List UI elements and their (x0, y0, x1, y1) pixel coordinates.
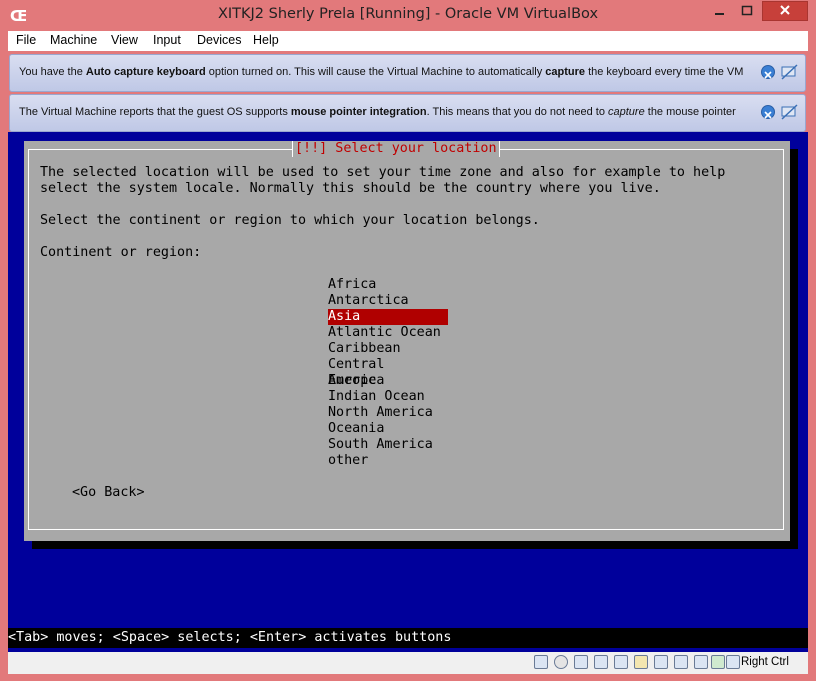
virtualization-icon[interactable] (694, 655, 708, 669)
menu-help[interactable]: Help (253, 33, 279, 47)
audio-icon[interactable] (574, 655, 588, 669)
minimize-icon (715, 13, 724, 15)
installer-dialog: [!!] Select your location The selected l… (24, 141, 790, 541)
notice-text-segment: The Virtual Machine reports that the gue… (19, 106, 291, 118)
vm-display[interactable]: [!!] Select your location The selected l… (8, 132, 808, 652)
host-key-label: Right Ctrl (741, 656, 789, 668)
close-button[interactable] (762, 1, 808, 21)
description-line-1: The selected location will be used to se… (40, 165, 726, 180)
option-indian-ocean[interactable]: Indian Ocean (328, 389, 448, 405)
notice-message: You have the Auto capture keyboard optio… (19, 66, 743, 78)
minimize-button[interactable] (706, 1, 732, 21)
menu-machine[interactable]: Machine (50, 33, 97, 47)
status-bar: Right Ctrl (8, 652, 808, 674)
notice-text-segment: capture (545, 66, 586, 78)
option-central-america[interactable]: Central America (328, 357, 448, 388)
menu-input[interactable]: Input (153, 33, 181, 47)
maximize-icon (741, 5, 753, 16)
description-line-2: select the system locale. Normally this … (40, 181, 661, 196)
optical-disk-icon[interactable] (554, 655, 568, 669)
instruction-text: Select the continent or region to which … (40, 213, 540, 228)
option-africa[interactable]: Africa (328, 277, 448, 293)
keyboard-capture-icon[interactable] (726, 655, 740, 669)
option-antarctica[interactable]: Antarctica (328, 293, 448, 309)
go-back-button[interactable]: <Go Back> (72, 485, 145, 500)
notice-text-segment: the mouse pointer (644, 106, 736, 118)
prompt-label: Continent or region: (40, 245, 202, 260)
mouse-integration-icon[interactable] (711, 655, 725, 669)
hard-disk-icon[interactable] (534, 655, 548, 669)
option-atlantic-ocean[interactable]: Atlantic Ocean (328, 325, 448, 341)
notice-text-segment: . This means that you do not need to (426, 106, 608, 118)
close-icon (764, 111, 772, 119)
option-caribbean[interactable]: Caribbean (328, 341, 448, 357)
maximize-button[interactable] (734, 1, 760, 21)
notice-text-segment: You have the (19, 66, 86, 78)
close-icon (764, 71, 772, 79)
do-not-show-again-icon[interactable] (781, 104, 798, 120)
shared-folder-icon[interactable] (634, 655, 648, 669)
window-title: XITKJ2 Sherly Prela [Running] - Oracle V… (217, 6, 599, 22)
menu-bar: File Machine View Input Devices Help (8, 31, 808, 51)
option-europe[interactable]: Europe (328, 373, 448, 389)
notice-message: The Virtual Machine reports that the gue… (19, 106, 736, 118)
usb-icon[interactable] (614, 655, 628, 669)
key-help-bar: <Tab> moves; <Space> selects; <Enter> ac… (8, 628, 808, 648)
notice-close-button[interactable] (761, 65, 775, 79)
notice-text-segment: mouse pointer integration (290, 106, 427, 118)
notice-text-segment: the keyboard every time the VM (585, 66, 744, 78)
option-south-america[interactable]: South America (328, 437, 448, 453)
option-other[interactable]: other (328, 453, 448, 469)
notice-text-segment: Auto capture keyboard (85, 66, 206, 78)
option-asia[interactable]: Asia (328, 309, 448, 325)
mouse-integration-notice: The Virtual Machine reports that the gue… (9, 94, 806, 132)
keyboard-capture-notice: You have the Auto capture keyboard optio… (9, 54, 806, 92)
do-not-show-again-icon[interactable] (781, 64, 798, 80)
dialog-title: [!!] Select your location (292, 141, 500, 157)
display-icon[interactable] (654, 655, 668, 669)
option-oceania[interactable]: Oceania (328, 421, 448, 437)
notice-close-button[interactable] (761, 105, 775, 119)
network-icon[interactable] (594, 655, 608, 669)
menu-file[interactable]: File (16, 33, 36, 47)
menu-view[interactable]: View (111, 33, 138, 47)
video-capture-icon[interactable] (674, 655, 688, 669)
menu-devices[interactable]: Devices (197, 33, 241, 47)
close-icon (780, 5, 790, 15)
window-titlebar[interactable]: Œ XITKJ2 Sherly Prela [Running] - Oracle… (0, 0, 816, 31)
notice-text-segment: option turned on. This will cause the Vi… (205, 66, 546, 78)
option-north-america[interactable]: North America (328, 405, 448, 421)
notice-text-segment: capture (608, 106, 645, 118)
